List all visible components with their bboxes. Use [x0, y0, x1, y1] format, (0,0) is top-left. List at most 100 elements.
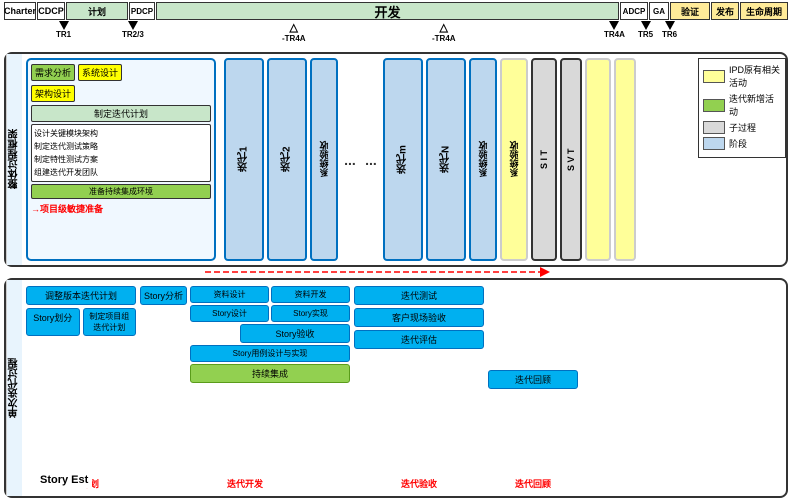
phase-kaifa-label: 开发: [374, 2, 400, 21]
legend-label-new: 迭代新增活动: [729, 92, 781, 118]
planning-box: 需求分析 系统设计 架构设计 制定迭代计划 设计关键模块架构 制定迭代测试策略 …: [26, 58, 216, 261]
customer-accept-box: 客户现场验收: [354, 308, 484, 327]
sys-design-box: 系统设计: [78, 64, 122, 81]
sys-accept2-label: 系统验收: [477, 142, 490, 178]
tr4a-left-marker: △ -TR4A: [282, 21, 306, 43]
agile-prep-text: →项目级敏捷准备: [31, 202, 211, 215]
iter-review-phase: 迭代回顾 迭代回顾: [488, 286, 578, 490]
tr4a-left-triangle: △: [290, 21, 298, 34]
lower-vert-label: 单次迭代过程: [6, 280, 22, 496]
dots1: ...: [341, 58, 359, 261]
task-key-modules: 设计关键模块架构: [34, 127, 208, 140]
iter-validate-phase: 迭代测试 客户现场验收 迭代评估 迭代验收: [354, 286, 484, 490]
iter2-label: 迭代2: [280, 147, 295, 173]
material-dev-box: 资料开发: [271, 286, 350, 303]
upper-section: 整体过程框架 需求分析 系统设计 架构设计 制定迭代计划 设计关键模块架构 制定…: [4, 52, 788, 267]
sys-accept1-label: 系统验收: [318, 142, 331, 178]
legend-label-sub: 子过程: [729, 121, 756, 134]
story-design-box: Story设计: [190, 305, 269, 322]
legend-item-ipd: IPD原有相关活动: [703, 63, 781, 89]
sit-label: S I T: [539, 150, 549, 169]
iter-test-box: 迭代测试: [354, 286, 484, 305]
iter-review-label: 迭代回顾: [488, 477, 578, 490]
iter-validate-label: 迭代验收: [354, 477, 484, 490]
phase-yanzheng: 验证: [670, 2, 710, 20]
ci-env-box: 准备持续集成环境: [31, 184, 211, 199]
tr4a-right-label: TR4A: [604, 30, 625, 39]
story-accept-box: Story验收: [240, 324, 350, 343]
tr4a-right-marker: TR4A: [604, 21, 625, 39]
sys-accept1-block: 系统验收: [310, 58, 338, 261]
tr1-arrow: [59, 21, 69, 30]
ci-box: 持续集成: [190, 364, 350, 383]
iter1-block: 迭代1: [224, 58, 264, 261]
tr4a-left-label: -TR4A: [282, 34, 306, 43]
task-test-strategy: 制定迭代测试策略: [34, 140, 208, 153]
phase-ga-label: GA: [653, 7, 665, 16]
upper-vert-text: 整体过程框架: [7, 130, 22, 190]
iter-tasks-box: 设计关键模块架构 制定迭代测试策略 制定特性测试方案 组建迭代开发团队: [31, 124, 211, 182]
legend-color-ipd: [703, 70, 725, 83]
tr4a-mid-triangle: △: [440, 21, 448, 34]
sys-accept2-block: 系统验收: [469, 58, 497, 261]
tr-markers-row: TR1 TR2/3 △ -TR4A △ -TR4A TR4A: [4, 21, 788, 39]
tr6-label: TR6: [662, 30, 677, 39]
phase-yanzheng-label: 验证: [681, 5, 699, 18]
iter-review-box: 迭代回顾: [488, 370, 578, 389]
tr4a-mid-label: -TR4A: [432, 34, 456, 43]
iter-dev-phase: Story分析 资料设计 资料开发 Story设计 Story实现: [140, 286, 350, 490]
iterm-block: 迭代m: [383, 58, 423, 261]
design-impl-col: 资料设计 资料开发 Story设计 Story实现 Story验收 Story用…: [190, 286, 350, 473]
tr5-marker: TR5: [638, 21, 653, 39]
phase-names-row: Charter CDCP 计划 PDCP 开发 ADCP: [4, 2, 788, 20]
legend-color-new: [703, 99, 725, 112]
legend-color-phase: [703, 137, 725, 150]
iter-plan-phase: 调整版本迭代计划 Story划分 制定项目组迭代计划 迭代计划: [26, 286, 136, 490]
iter-plan-items: 调整版本迭代计划 Story划分 制定项目组迭代计划: [26, 286, 136, 473]
tr23-label: TR2/3: [122, 30, 144, 39]
lower-content: 调整版本迭代计划 Story划分 制定项目组迭代计划 迭代计划 Story分析: [22, 280, 786, 496]
tr6-marker: TR6: [662, 21, 677, 39]
legend-box: IPD原有相关活动 迭代新增活动 子过程 阶段: [698, 58, 786, 158]
story-row: Story划分 制定项目组迭代计划: [26, 308, 136, 336]
phase-ga: GA: [649, 2, 669, 20]
phase-pdcp-label: PDCP: [131, 7, 153, 16]
legend-label-phase: 阶段: [729, 137, 747, 150]
dots2: ...: [362, 58, 380, 261]
phase-adcp: ADCP: [620, 2, 648, 20]
upper-vert-label: 整体过程框架: [6, 54, 22, 265]
story-usecase-box: Story用例设计与实现: [190, 345, 350, 362]
project-iter-plan-box: 制定项目组迭代计划: [83, 308, 137, 336]
task-feature-test: 制定特性测试方案: [34, 153, 208, 166]
sys-accept3-block: 系统验收: [500, 58, 528, 261]
iter-plan-box: 制定迭代计划: [31, 105, 211, 122]
legend-color-sub: [703, 121, 725, 134]
legend-item-phase: 阶段: [703, 137, 781, 150]
design-row: 资料设计 资料开发: [190, 286, 350, 303]
tr1-label: TR1: [56, 30, 71, 39]
phase-kaifa: 开发: [156, 2, 619, 20]
phase-shengming-label: 生命周期: [746, 5, 782, 18]
planning-top-row: 需求分析 系统设计: [31, 63, 211, 82]
story-est-label: Story Est: [36, 472, 92, 488]
iter-review-items: 迭代回顾: [488, 286, 578, 473]
legend-item-new: 迭代新增活动: [703, 92, 781, 118]
story-impl-row: Story设计 Story实现: [190, 305, 350, 322]
story-impl-box: Story实现: [271, 305, 350, 322]
phase-fabu-label: 发布: [716, 5, 734, 18]
phase-pdcp: PDCP: [129, 2, 155, 20]
lower-vert-text: 单次迭代过程: [7, 358, 22, 418]
itern-label: 迭代N: [439, 146, 454, 173]
arch-design-box: 架构设计: [31, 85, 75, 102]
sit-block: S I T: [531, 58, 557, 261]
iter2-block: 迭代2: [267, 58, 307, 261]
adjust-plan-box: 调整版本迭代计划: [26, 286, 136, 305]
phase-jihua-label: 计划: [88, 5, 106, 18]
tr1-marker: TR1: [56, 21, 71, 39]
svt-label: S V T: [566, 148, 576, 171]
svt-block: S V T: [560, 58, 582, 261]
tr6-arrow: [665, 21, 675, 30]
iter-dev-items: Story分析 资料设计 资料开发 Story设计 Story实现: [140, 286, 350, 473]
story-analysis-box: Story分析: [140, 286, 187, 305]
phase-charter-label: Charter: [4, 6, 36, 16]
